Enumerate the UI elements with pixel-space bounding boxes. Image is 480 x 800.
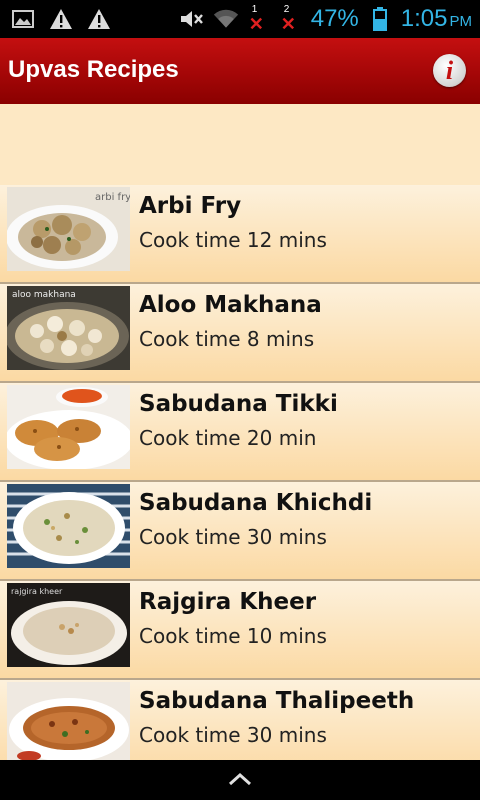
info-button[interactable]: i — [433, 54, 466, 87]
recipe-name: Arbi Fry — [139, 193, 242, 219]
mute-icon — [179, 6, 205, 32]
clock-ampm: PM — [449, 13, 473, 30]
sim2-signal-icon: 2 ✕ — [280, 4, 296, 34]
recipe-name: Rajgira Kheer — [139, 589, 317, 615]
warning-icon — [48, 6, 74, 32]
list-item[interactable]: aloo makhana Aloo Makhana Cook time 8 mi… — [0, 284, 480, 383]
chevron-up-icon[interactable] — [227, 771, 253, 790]
list-header-space — [0, 104, 480, 185]
thumb-caption: rajgira kheer — [11, 587, 63, 596]
action-bar: Upvas Recipes i — [0, 38, 480, 104]
status-bar: 1 ✕ 2 ✕ 47% 1:05 PM — [0, 0, 480, 38]
thumb-caption: arbi fry — [95, 192, 130, 203]
recipe-list[interactable]: arbi fry Arbi Fry Cook time 12 mins aloo… — [0, 104, 480, 779]
recipe-cook-time: Cook time 12 mins — [139, 228, 327, 252]
recipe-cook-time: Cook time 10 mins — [139, 624, 327, 648]
recipe-thumbnail — [7, 385, 130, 469]
image-icon — [10, 6, 36, 32]
recipe-cook-time: Cook time 8 mins — [139, 327, 315, 351]
recipe-name: Aloo Makhana — [139, 292, 322, 318]
list-item[interactable]: rajgira kheer Rajgira Kheer Cook time 10… — [0, 581, 480, 680]
recipe-name: Sabudana Tikki — [139, 391, 338, 417]
recipe-thumbnail: rajgira kheer — [7, 583, 130, 667]
battery-icon — [367, 6, 393, 32]
app-title: Upvas Recipes — [8, 56, 179, 83]
list-item[interactable]: Sabudana Tikki Cook time 20 min — [0, 383, 480, 482]
recipe-cook-time: Cook time 30 mins — [139, 525, 327, 549]
battery-percent: 47% — [310, 5, 359, 32]
recipe-thumbnail — [7, 484, 130, 568]
list-item[interactable]: arbi fry Arbi Fry Cook time 12 mins — [0, 185, 480, 284]
recipe-thumbnail: arbi fry — [7, 187, 130, 271]
thumb-caption: aloo makhana — [12, 290, 76, 300]
navigation-bar — [0, 760, 480, 800]
clock-time: 1:05 — [400, 5, 448, 32]
wifi-icon — [213, 6, 239, 32]
recipe-cook-time: Cook time 20 min — [139, 426, 317, 450]
clock: 1:05 PM — [401, 5, 472, 33]
recipe-cook-time: Cook time 30 mins — [139, 723, 327, 747]
recipe-thumbnail — [7, 682, 130, 766]
list-item[interactable]: Sabudana Khichdi Cook time 30 mins — [0, 482, 480, 581]
sim1-signal-icon: 1 ✕ — [248, 4, 264, 34]
info-icon: i — [445, 55, 454, 85]
recipe-thumbnail: aloo makhana — [7, 286, 130, 370]
recipe-name: Sabudana Khichdi — [139, 490, 373, 516]
recipe-name: Sabudana Thalipeeth — [139, 688, 415, 714]
warning-icon — [86, 6, 112, 32]
